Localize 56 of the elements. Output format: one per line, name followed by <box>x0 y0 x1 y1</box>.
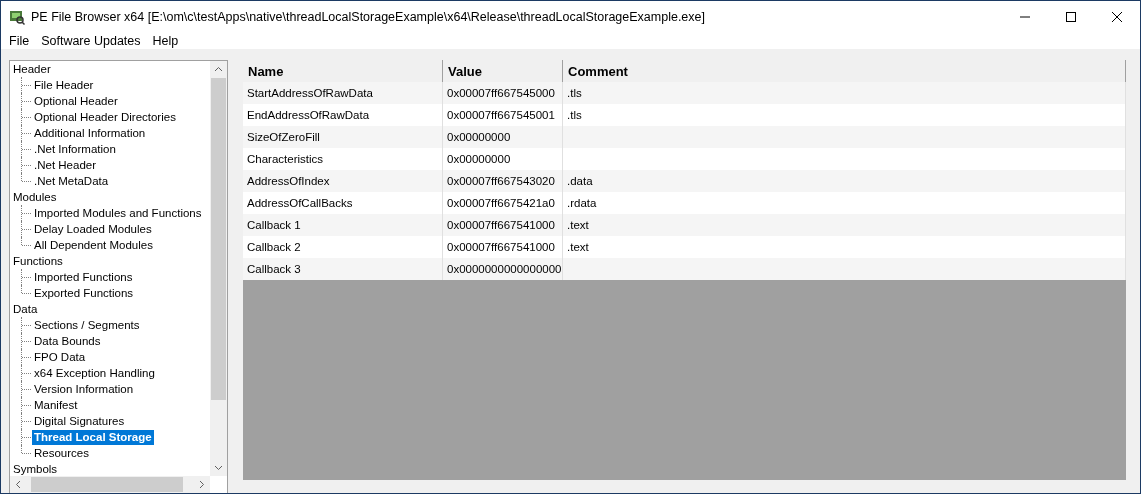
maximize-icon <box>1066 11 1076 22</box>
tree-item[interactable]: File Header <box>32 77 96 93</box>
window-title: PE File Browser x64 [E:\om\c\testApps\native\threadLocalStorageExample\x64\Release\threadLocalStorageExample.exe] <box>31 9 706 24</box>
tree-item[interactable]: Functions <box>13 253 210 269</box>
tree-item[interactable]: Modules <box>13 189 210 205</box>
tree-item[interactable]: Thread Local Storage <box>32 429 154 445</box>
table-cell: 0x00007ff6675421a0 <box>443 192 563 214</box>
tree-item[interactable]: Imported Modules and Functions <box>32 205 204 221</box>
tree-item[interactable]: Sections / Segments <box>32 317 142 333</box>
table-cell: SizeOfZeroFill <box>243 126 443 148</box>
tree-item[interactable]: Data Bounds <box>32 333 103 349</box>
tree-item[interactable]: Manifest <box>32 397 80 413</box>
tree-item[interactable]: All Dependent Modules <box>32 237 155 253</box>
tree-item[interactable]: Symbols <box>13 461 210 476</box>
tree-item[interactable]: .Net MetaData <box>32 173 111 189</box>
vertical-scrollbar[interactable] <box>210 61 227 476</box>
table-cell: EndAddressOfRawData <box>243 104 443 126</box>
tree-item[interactable]: Digital Signatures <box>32 413 127 429</box>
table-cell: .text <box>563 236 1126 258</box>
table-cell: 0x00000000 <box>443 126 563 148</box>
table-cell: 0x00007ff667545001 <box>443 104 563 126</box>
table-cell: Callback 1 <box>243 214 443 236</box>
tree-item[interactable]: .Net Header <box>32 157 98 173</box>
tree-item[interactable]: Optional Header Directories <box>32 109 178 125</box>
tree-item[interactable]: FPO Data <box>32 349 88 365</box>
table-cell: 0x00007ff667545000 <box>443 82 563 104</box>
tree-item[interactable]: Version Information <box>32 381 136 397</box>
table-cell: Characteristics <box>243 148 443 170</box>
table-cell: 0x00007ff667541000 <box>443 236 563 258</box>
table-cell: AddressOfIndex <box>243 170 443 192</box>
table-cell: 0x00007ff667543020 <box>443 170 563 192</box>
table-cell: 0x00007ff667541000 <box>443 214 563 236</box>
table-cell: AddressOfCallBacks <box>243 192 443 214</box>
table-cell: StartAddressOfRawData <box>243 82 443 104</box>
close-icon <box>1112 11 1122 22</box>
table-cell: .rdata <box>563 192 1126 214</box>
tree-item[interactable]: Imported Functions <box>32 269 135 285</box>
tree-item[interactable]: .Net Information <box>32 141 118 157</box>
tree-item[interactable]: Delay Loaded Modules <box>32 221 154 237</box>
tree-item[interactable]: Data <box>13 301 210 317</box>
table-cell: .data <box>563 170 1126 192</box>
tree-item[interactable]: Optional Header <box>32 93 120 109</box>
table-cell: 0x00000000 <box>443 148 563 170</box>
table-cell: .tls <box>563 104 1126 126</box>
tree-item[interactable]: x64 Exception Handling <box>32 365 157 381</box>
table-cell: .text <box>563 214 1126 236</box>
tree-item[interactable]: Header <box>13 61 210 77</box>
table-cell: 0x0000000000000000 <box>443 258 563 280</box>
tree-item[interactable]: Additional Information <box>32 125 148 141</box>
table-cell: Callback 2 <box>243 236 443 258</box>
table-cell: Callback 3 <box>243 258 443 280</box>
app-icon <box>9 8 25 25</box>
table-cell: .tls <box>563 82 1126 104</box>
tree-item[interactable]: Resources <box>32 445 91 461</box>
tree-item[interactable]: Exported Functions <box>32 285 136 301</box>
horizontal-scrollbar[interactable] <box>10 476 210 493</box>
